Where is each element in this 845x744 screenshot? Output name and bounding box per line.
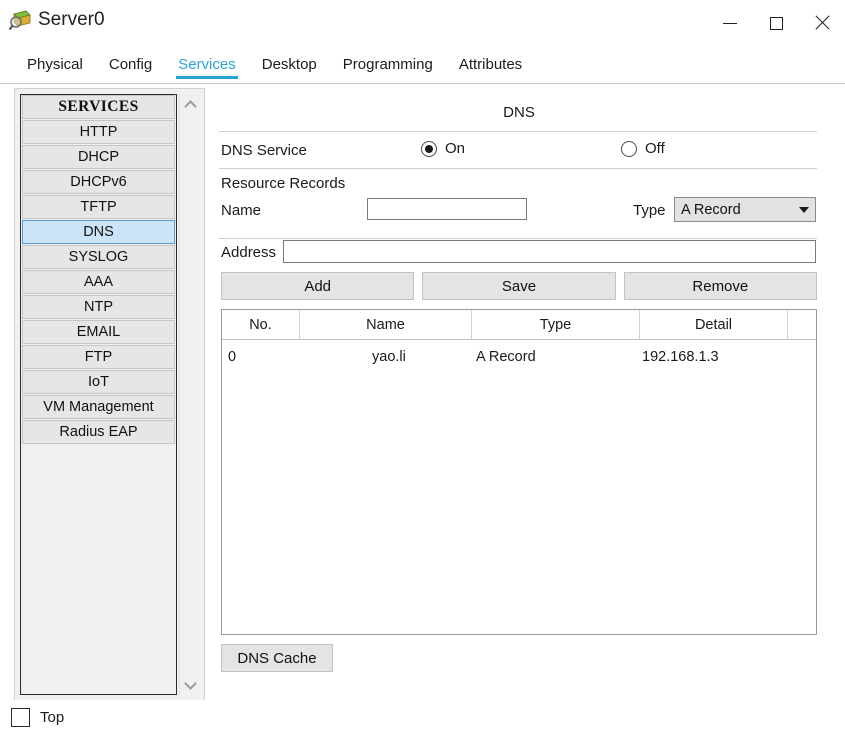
dns-panel: DNS DNS Service On Off Resource Records …	[219, 88, 819, 688]
type-dropdown[interactable]: A Record	[674, 197, 816, 222]
sidebar-item-radius-eap[interactable]: Radius EAP	[22, 420, 175, 444]
name-input[interactable]	[367, 198, 527, 220]
dns-service-row: DNS Service On Off	[219, 138, 819, 166]
column-header-name[interactable]: Name	[300, 310, 472, 339]
cell-name: yao.li	[372, 349, 406, 365]
window-controls	[707, 0, 845, 46]
top-checkbox[interactable]: Top	[11, 708, 64, 727]
sidebar-item-dhcpv6[interactable]: DHCPv6	[22, 170, 175, 194]
chevron-up-icon	[184, 99, 197, 113]
column-header-spacer	[788, 310, 816, 339]
divider-service	[219, 168, 817, 169]
column-header-no[interactable]: No.	[222, 310, 300, 339]
tab-desktop[interactable]: Desktop	[249, 46, 330, 84]
sidebar-item-http[interactable]: HTTP	[22, 120, 175, 144]
records-table[interactable]: No. Name Type Detail 0 yao.li A Record 192.168…	[221, 309, 817, 635]
type-dropdown-value: A Record	[681, 201, 741, 218]
tab-config[interactable]: Config	[96, 46, 165, 84]
sidebar-item-ntp[interactable]: NTP	[22, 295, 175, 319]
chevron-down-icon	[184, 676, 197, 690]
tab-programming[interactable]: Programming	[330, 46, 446, 84]
sidebar-item-iot[interactable]: IoT	[22, 370, 175, 394]
dns-cache-button[interactable]: DNS Cache	[221, 644, 333, 672]
tab-physical[interactable]: Physical	[14, 46, 96, 84]
radio-on-icon	[421, 140, 437, 157]
server-device-icon	[8, 7, 34, 33]
radio-off-label: Off	[645, 140, 665, 157]
dns-service-label: DNS Service	[221, 142, 307, 159]
services-scrollbar[interactable]	[179, 94, 200, 695]
sidebar-item-dns[interactable]: DNS	[22, 220, 175, 244]
address-label: Address	[221, 244, 277, 261]
sidebar-item-vm-management[interactable]: VM Management	[22, 395, 175, 419]
dns-service-off-radio[interactable]: Off	[621, 140, 665, 157]
tab-services[interactable]: Services	[165, 46, 249, 84]
window-footer: Top	[0, 700, 845, 744]
chevron-down-icon	[793, 206, 815, 213]
scroll-down-button[interactable]	[180, 674, 201, 695]
add-button[interactable]: Add	[221, 272, 415, 300]
cell-type: A Record	[476, 349, 536, 365]
services-list-header: SERVICES	[22, 95, 175, 119]
sidebar-item-dhcp[interactable]: DHCP	[22, 145, 175, 169]
close-button[interactable]	[799, 0, 845, 46]
tab-list: Physical Config Services Desktop Programming…	[14, 46, 535, 84]
name-label: Name	[221, 202, 262, 219]
minimize-icon	[723, 22, 737, 24]
maximize-icon	[769, 16, 783, 30]
record-actions: Add Save Remove	[221, 272, 817, 300]
window-title: Server0	[38, 9, 105, 30]
records-table-body: 0 yao.li A Record 192.168.1.3	[222, 340, 816, 374]
tab-strip: Physical Config Services Desktop Programming…	[0, 46, 845, 84]
panel-title: DNS	[503, 104, 535, 121]
address-input[interactable]	[283, 240, 816, 263]
sidebar-item-tftp[interactable]: TFTP	[22, 195, 175, 219]
remove-button[interactable]: Remove	[623, 272, 817, 300]
cell-no: 0	[228, 349, 237, 365]
server-properties-window: Server0 Physical Config Services Desktop Pro…	[0, 0, 845, 744]
sidebar-item-ftp[interactable]: FTP	[22, 345, 175, 369]
checkbox-icon	[11, 708, 30, 727]
radio-on-label: On	[445, 140, 466, 157]
minimize-button[interactable]	[707, 0, 753, 46]
window-content: SERVICES HTTP DHCP DHCPv6 TFTP DNS SYSLOG AAA NT…	[0, 84, 845, 744]
table-row[interactable]: 0 yao.li A Record 192.168.1.3	[222, 340, 816, 374]
top-checkbox-label: Top	[40, 709, 65, 726]
cell-detail: 192.168.1.3	[642, 349, 719, 365]
sidebar-item-email[interactable]: EMAIL	[22, 320, 175, 344]
type-label: Type	[633, 202, 666, 219]
column-header-type[interactable]: Type	[472, 310, 640, 339]
records-table-header: No. Name Type Detail	[222, 310, 816, 340]
close-icon	[814, 15, 830, 31]
column-header-detail[interactable]: Detail	[640, 310, 788, 339]
sidebar-item-syslog[interactable]: SYSLOG	[22, 245, 175, 269]
title-bar: Server0	[0, 0, 845, 46]
save-button[interactable]: Save	[422, 272, 616, 300]
services-sidebar: SERVICES HTTP DHCP DHCPv6 TFTP DNS SYSLOG AAA NT…	[14, 88, 205, 701]
radio-off-icon	[621, 140, 637, 157]
sidebar-item-aaa[interactable]: AAA	[22, 270, 175, 294]
dns-service-on-radio[interactable]: On	[421, 140, 465, 157]
resource-records-label: Resource Records	[221, 175, 346, 192]
services-list[interactable]: SERVICES HTTP DHCP DHCPv6 TFTP DNS SYSLOG AAA NT…	[20, 94, 177, 695]
divider-top	[219, 131, 817, 132]
tab-attributes[interactable]: Attributes	[446, 46, 535, 84]
maximize-button[interactable]	[753, 0, 799, 46]
divider-name	[219, 238, 817, 239]
scroll-up-button[interactable]	[180, 94, 201, 115]
